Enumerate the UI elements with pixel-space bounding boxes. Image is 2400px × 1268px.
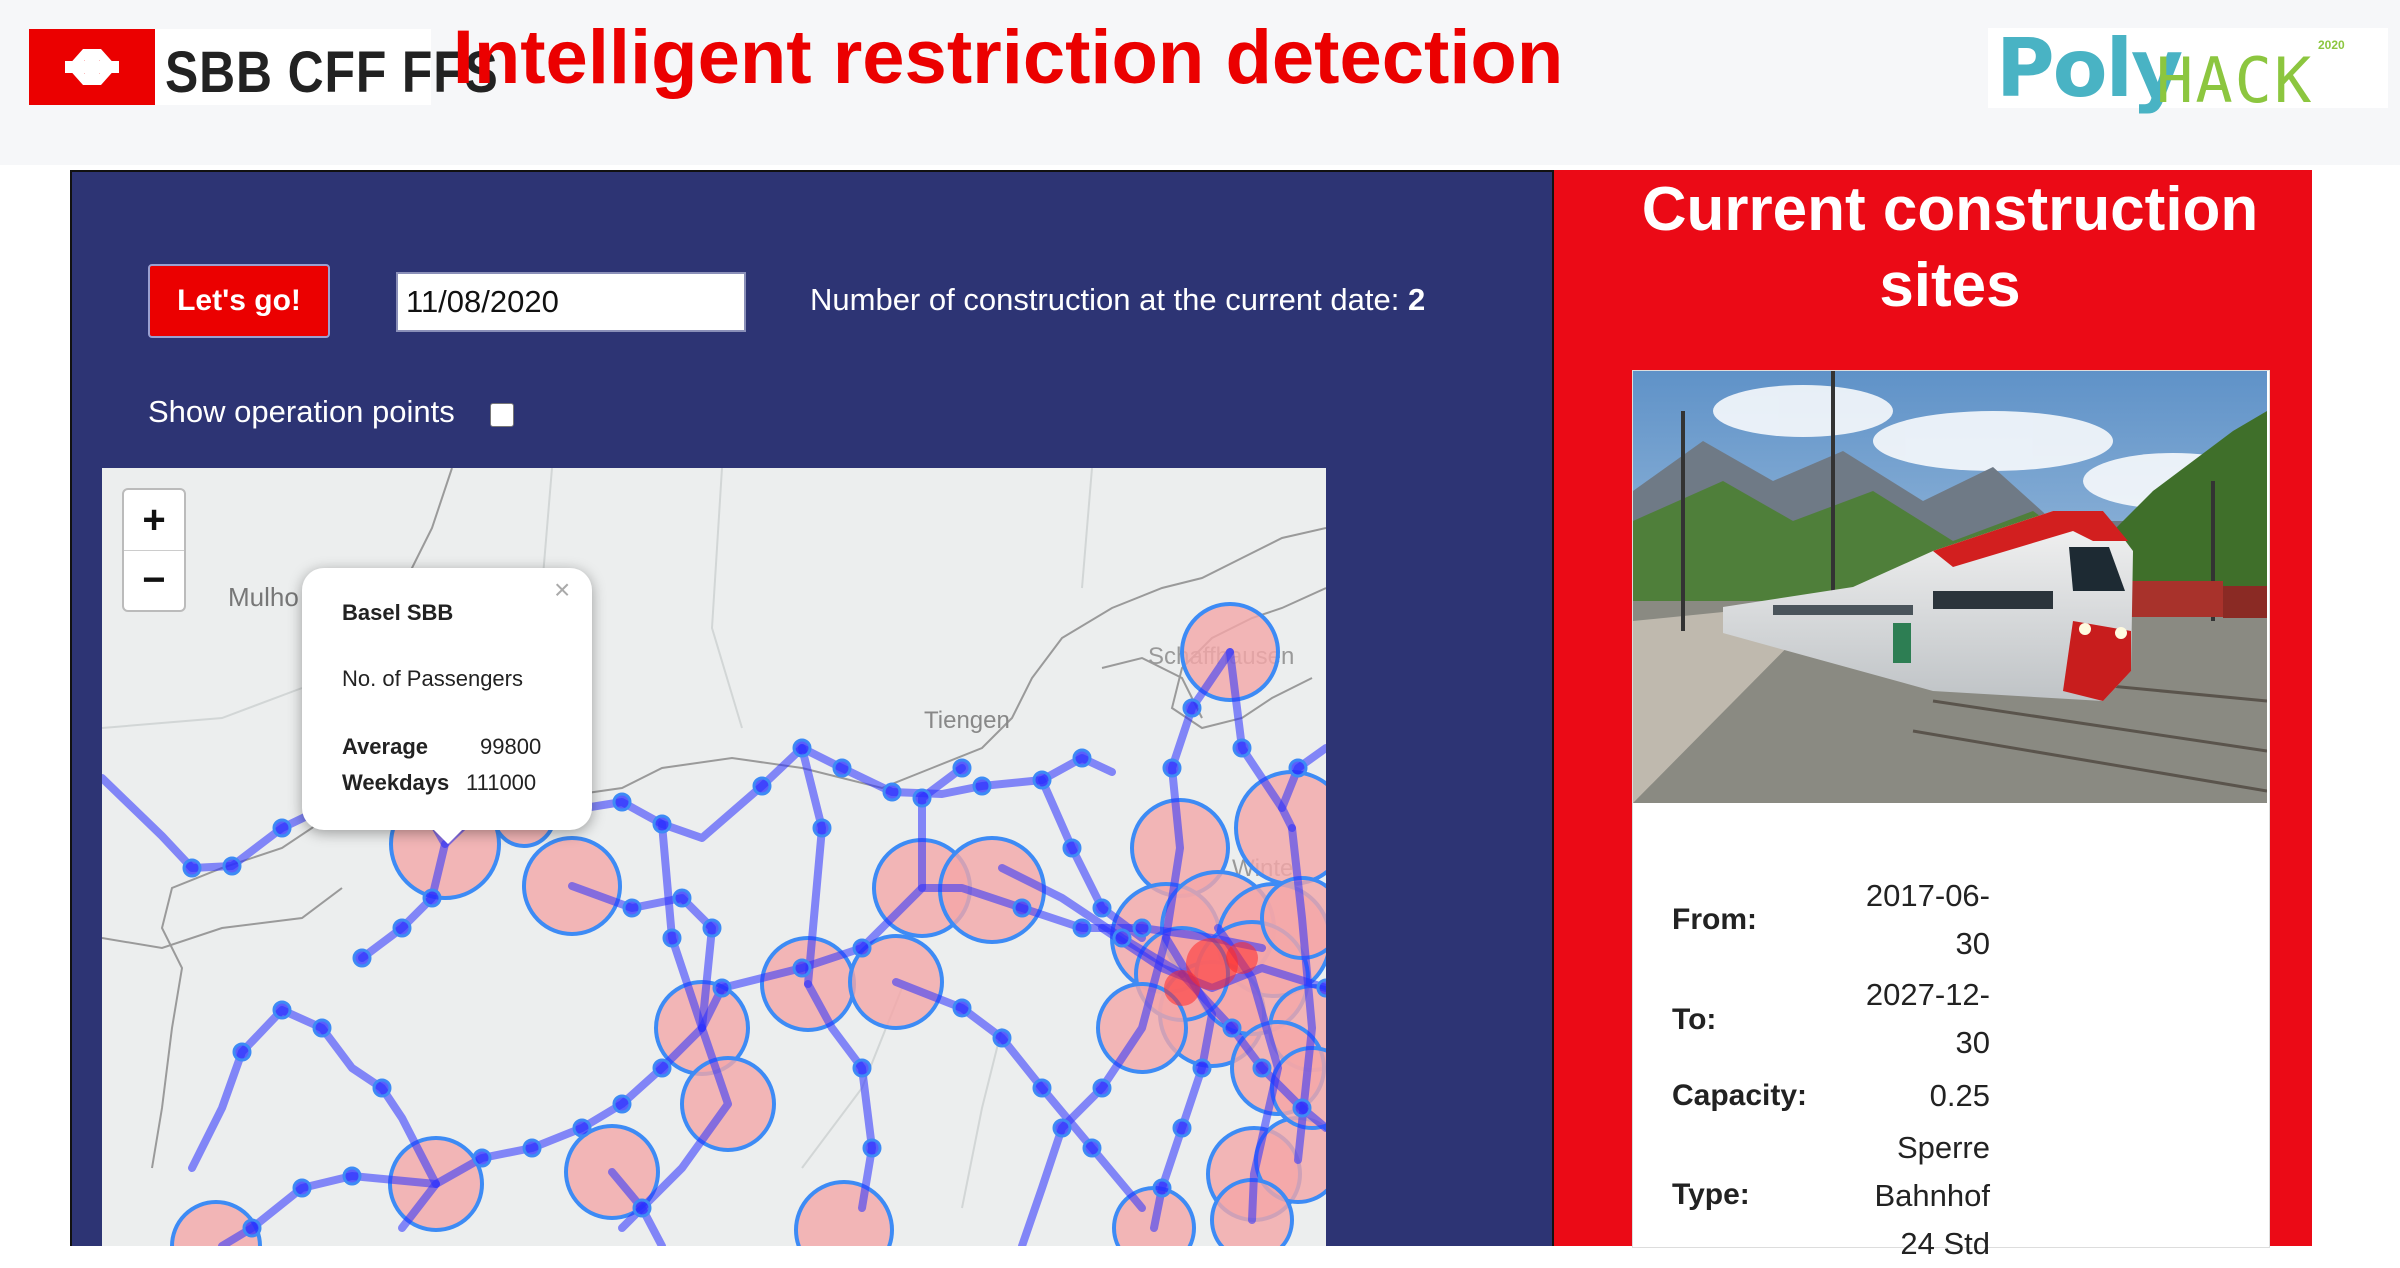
detail-from-value-line: 30 xyxy=(1955,926,1990,961)
detail-to-value-line: 2027-12- xyxy=(1865,977,1990,1012)
detail-type-value: Sperre Bahnhof 24 Std xyxy=(1830,1124,1991,1268)
detail-to-value-line: 30 xyxy=(1955,1025,1990,1060)
detail-from-value: 2017-06- 30 xyxy=(1830,872,1990,968)
popup-subtitle: No. of Passengers xyxy=(342,666,523,691)
sidebar-title-line2: sites xyxy=(1879,251,2021,320)
construction-count-value: 2 xyxy=(1407,282,1426,317)
station-circle[interactable] xyxy=(794,1180,894,1246)
railway-map[interactable]: Mulho Tiengen Schaffhausen Winte xyxy=(102,468,1326,1246)
zoom-control: + − xyxy=(122,488,186,612)
zoom-in-button[interactable]: + xyxy=(124,490,184,551)
polyhack-logo-hack: HACK xyxy=(2156,44,2314,117)
popup-close-icon[interactable]: × xyxy=(554,574,570,606)
popup-average-value: 99800 xyxy=(480,734,542,759)
polyhack-logo-year: 2020 xyxy=(2318,38,2345,52)
detail-type-label: Type: xyxy=(1672,1178,1750,1211)
rail-lines xyxy=(102,648,1326,1246)
map-minor-roads xyxy=(102,468,1093,1209)
show-operation-points-label: Show operation points xyxy=(148,394,455,429)
place-label-tiengen: Tiengen xyxy=(924,707,1010,734)
polyhack-logo-poly: Poly xyxy=(1996,22,2183,115)
railway-network-layer: Mulho Tiengen Schaffhausen Winte xyxy=(102,468,1326,1246)
popup-tip xyxy=(430,826,466,844)
detail-capacity-label: Capacity: xyxy=(1672,1079,1808,1112)
date-input[interactable] xyxy=(396,272,746,332)
station-circle[interactable] xyxy=(1234,770,1326,886)
polyhack-logo: Poly HACK 2020 xyxy=(1988,22,2388,117)
popup-weekdays-label: Weekdays xyxy=(342,770,450,795)
station-circle[interactable] xyxy=(1260,876,1326,960)
train-photo xyxy=(1633,371,2267,803)
detail-type-value-line: 24 Std xyxy=(1900,1226,1990,1261)
detail-to-label: To: xyxy=(1672,1003,1717,1036)
popup-title: Basel SBB xyxy=(342,600,454,625)
detail-capacity-value: 0.25 xyxy=(1830,1072,1990,1120)
place-label-mulhouse: Mulho xyxy=(228,582,299,612)
show-operation-points-checkbox[interactable] xyxy=(490,403,514,427)
popup-average-label: Average xyxy=(342,734,429,759)
page-title-text: Intelligent restriction detection xyxy=(452,15,1564,100)
station-popup: × Basel SBB No. of Passengers Average 99… xyxy=(302,568,592,830)
detail-from-value-line: 2017-06- xyxy=(1865,878,1990,913)
detail-type-value-line: Bahnhof xyxy=(1874,1178,1991,1213)
detail-type-value-line: Sperre xyxy=(1896,1130,1990,1165)
detail-from-label: From: xyxy=(1672,903,1757,936)
popup-weekdays-value: 111000 xyxy=(466,770,537,795)
construction-count: Number of construction at the current da… xyxy=(810,282,1425,318)
detail-capacity-value-line: 0.25 xyxy=(1929,1078,1990,1113)
sidebar-title: Current construction sites xyxy=(1552,172,2348,324)
zoom-out-button[interactable]: − xyxy=(124,550,184,610)
detail-to-value: 2027-12- 30 xyxy=(1830,971,1990,1067)
construction-count-label: Number of construction at the current da… xyxy=(810,282,1400,317)
lets-go-button[interactable]: Let's go! xyxy=(148,264,330,338)
sidebar-title-line1: Current construction xyxy=(1641,175,2259,244)
